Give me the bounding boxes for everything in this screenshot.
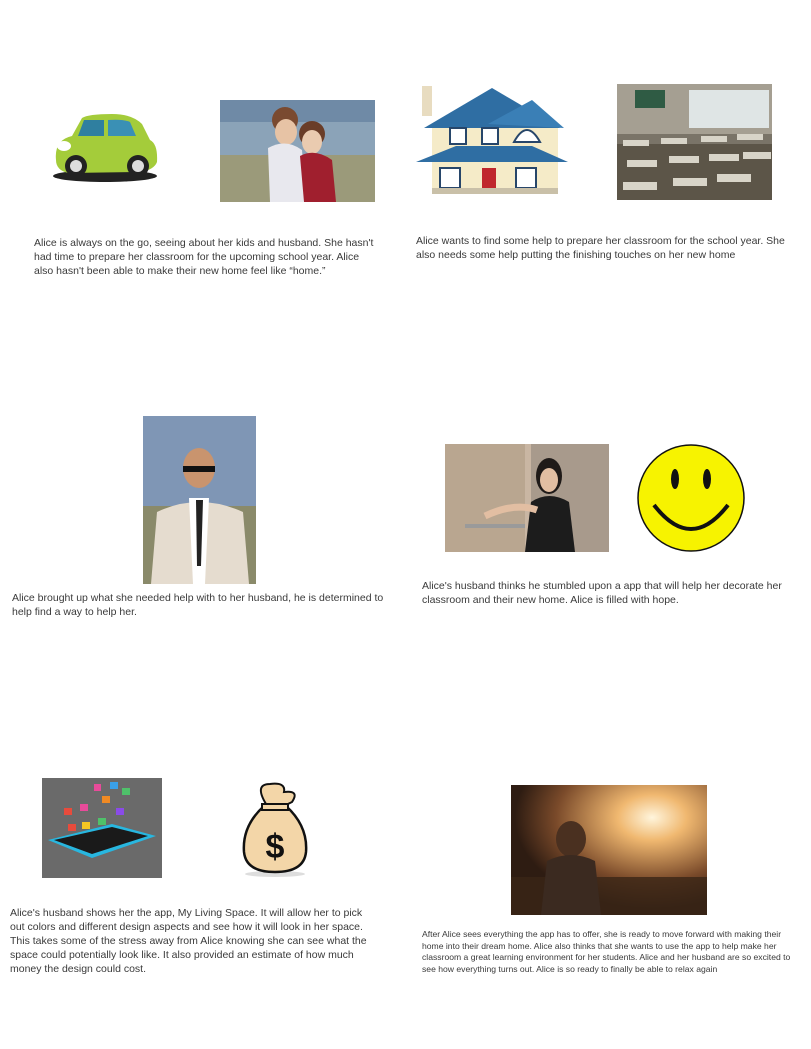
caption-2: Alice wants to find some help to prepare…: [416, 235, 785, 261]
caption-1: Alice is always on the go, seeing about …: [34, 237, 374, 277]
smiley-face-icon: [636, 443, 746, 553]
caption-5: Alice's husband shows her the app, My Li…: [10, 907, 367, 975]
woman-photo: [445, 444, 609, 552]
kids-hugging-photo: [220, 100, 375, 202]
husband-photo: [143, 416, 256, 584]
sunset-woman-photo: [511, 785, 707, 915]
caption-4: Alice's husband thinks he stumbled upon …: [422, 580, 782, 606]
caption-6: After Alice sees everything the app has …: [422, 929, 791, 974]
green-car-icon: [50, 110, 160, 185]
phone-apps-icon: [42, 778, 162, 878]
house-icon: [414, 84, 570, 196]
classroom-photo: [617, 84, 772, 200]
caption-3: Alice brought up what she needed help wi…: [12, 592, 384, 618]
svg-text:$: $: [266, 828, 285, 866]
money-bag-icon: $: [240, 780, 310, 878]
